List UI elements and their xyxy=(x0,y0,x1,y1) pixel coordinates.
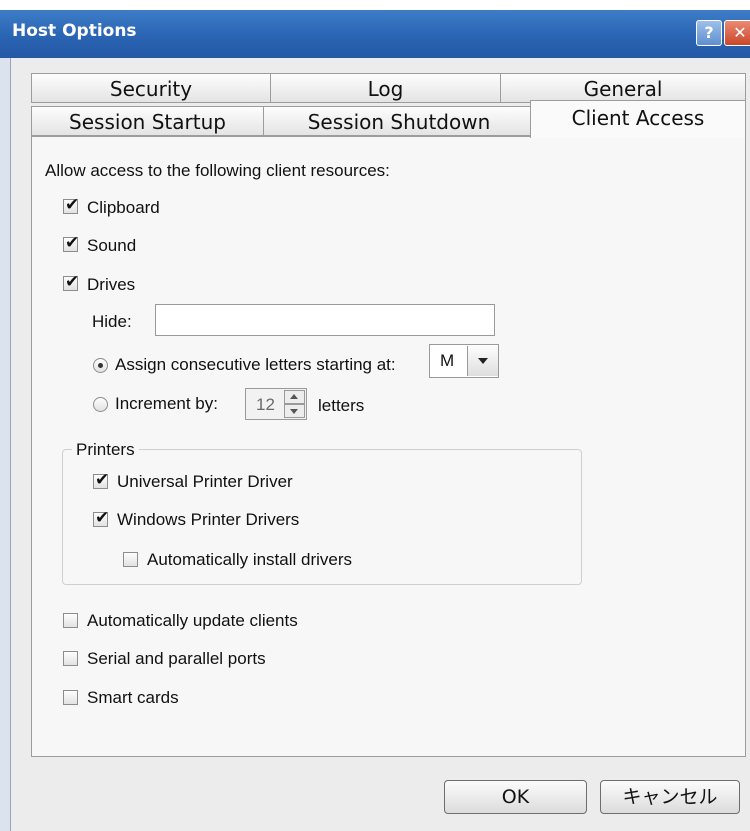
auto-install-label: Automatically install drivers xyxy=(147,550,353,569)
tab-log[interactable]: Log xyxy=(270,73,501,103)
ok-button[interactable]: OK xyxy=(444,780,587,814)
universal-printer-checkbox[interactable] xyxy=(93,470,109,490)
stepper-down-button[interactable] xyxy=(284,404,305,418)
tab-session-shutdown[interactable]: Session Shutdown xyxy=(263,106,535,136)
universal-printer-label: Universal Printer Driver xyxy=(117,472,293,491)
intro-label: Allow access to the following client res… xyxy=(45,161,390,180)
close-button[interactable]: ✕ xyxy=(724,20,750,46)
auto-update-checkbox[interactable] xyxy=(63,613,78,628)
tab-client-access[interactable]: Client Access xyxy=(530,100,746,138)
auto-update-label: Automatically update clients xyxy=(87,611,298,630)
increment-stepper[interactable]: 12 xyxy=(245,388,307,420)
auto-install-checkbox[interactable] xyxy=(123,552,138,567)
tab-session-startup[interactable]: Session Startup xyxy=(31,106,264,136)
drives-label: Drives xyxy=(87,275,136,294)
cancel-button[interactable]: キャンセル xyxy=(600,780,740,814)
tab-security[interactable]: Security xyxy=(31,73,271,103)
clipboard-label: Clipboard xyxy=(87,198,160,217)
sound-checkbox[interactable] xyxy=(63,233,79,253)
stepper-up-button[interactable] xyxy=(284,390,305,404)
serial-ports-checkbox[interactable] xyxy=(63,651,78,666)
arrow-up-icon xyxy=(290,394,298,399)
tab-general[interactable]: General xyxy=(500,73,746,103)
hide-input[interactable] xyxy=(155,304,495,336)
increment-radio[interactable] xyxy=(93,397,108,412)
sound-label: Sound xyxy=(87,236,137,255)
assign-letters-radio[interactable] xyxy=(93,358,108,373)
smart-cards-checkbox[interactable] xyxy=(63,690,78,705)
assign-letters-label: Assign consecutive letters starting at: xyxy=(115,355,396,374)
window-title: Host Options xyxy=(12,21,137,41)
windows-printer-checkbox[interactable] xyxy=(93,508,109,528)
clipboard-checkbox[interactable] xyxy=(63,195,79,215)
arrow-down-icon xyxy=(290,409,298,414)
smart-cards-label: Smart cards xyxy=(87,688,179,707)
start-letter-value: M xyxy=(440,351,455,370)
printers-legend: Printers xyxy=(72,440,139,460)
chevron-down-icon xyxy=(478,358,488,364)
increment-value: 12 xyxy=(256,395,275,414)
serial-ports-label: Serial and parallel ports xyxy=(87,649,266,668)
letters-suffix: letters xyxy=(318,396,365,415)
drives-checkbox[interactable] xyxy=(63,272,79,292)
increment-label: Increment by: xyxy=(115,394,218,413)
dropdown-button[interactable] xyxy=(467,346,498,376)
start-letter-select[interactable]: M xyxy=(429,344,499,378)
help-button[interactable]: ? xyxy=(696,20,722,46)
windows-printer-label: Windows Printer Drivers xyxy=(117,510,300,529)
hide-label: Hide: xyxy=(92,312,132,331)
